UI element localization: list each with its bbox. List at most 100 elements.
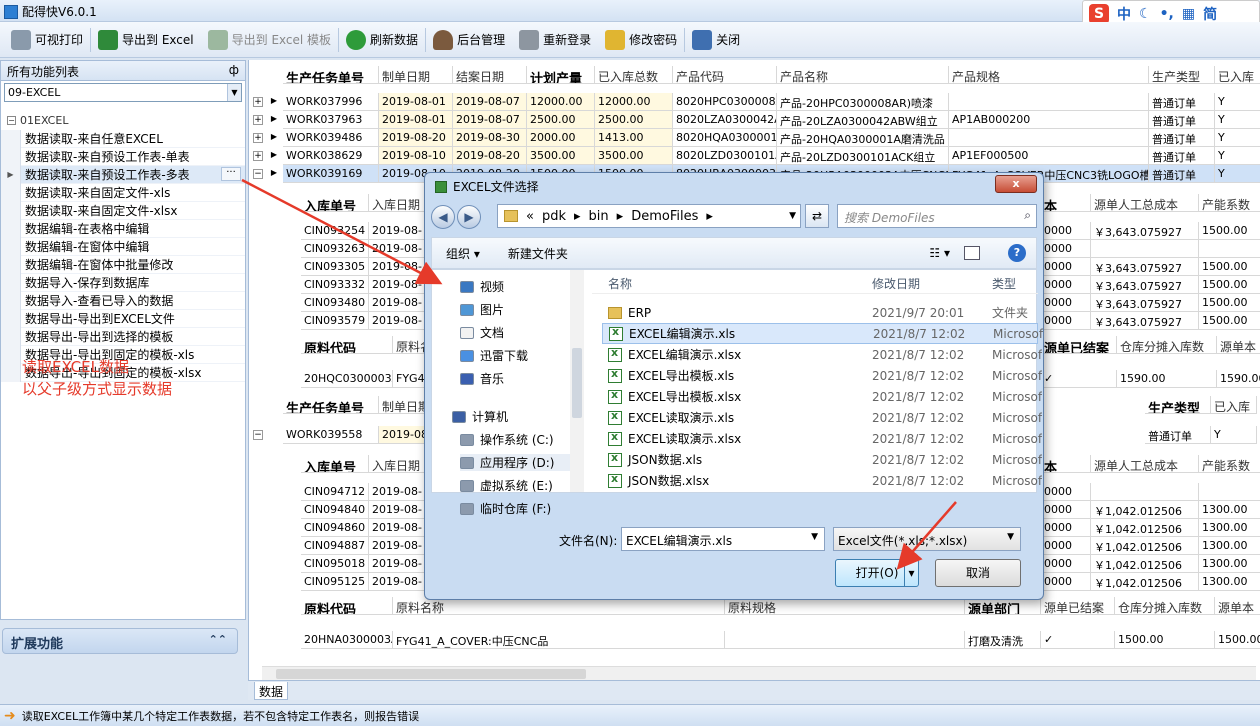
grid-row[interactable]: WORK039558 2019-08- (283, 426, 439, 444)
nav-item[interactable]: 文档 (460, 324, 504, 341)
nav-scrollbar[interactable] (570, 270, 584, 492)
refresh-path-button[interactable]: ⇄ (805, 204, 829, 228)
nav-item[interactable]: 临时仓库 (F:) (460, 500, 551, 517)
grid-row[interactable]: 0000 ￥3,643.075927 1500.00 (1041, 294, 1260, 312)
dialog-close-button[interactable]: x (995, 175, 1037, 193)
admin-button[interactable]: 后台管理 (426, 25, 512, 55)
export-template-button[interactable]: 导出到 Excel 模板 (201, 25, 338, 55)
grid-row[interactable]: 0000 ￥1,042.012506 1300.00 (1041, 501, 1260, 519)
preview-pane-icon[interactable] (964, 246, 980, 260)
expand-icon[interactable]: + (253, 115, 263, 125)
expand-icon[interactable]: + (253, 133, 263, 143)
search-icon[interactable]: ⌕ (1024, 208, 1031, 223)
forward-button[interactable]: ▶ (457, 205, 481, 229)
file-row[interactable]: EXCEL导出模板.xlsx 2021/8/7 12:02 Microsoft (602, 386, 1042, 407)
grid-row[interactable]: CIN093332 2019-08- (301, 276, 429, 294)
file-row[interactable]: ERP 2021/9/7 20:01 文件夹 (602, 302, 1038, 323)
column-date[interactable]: 修改日期 (872, 275, 920, 292)
path-item-pdk[interactable]: pdk (542, 209, 566, 224)
grid-row[interactable]: CIN093254 2019-08- (301, 222, 429, 240)
export-excel-button[interactable]: 导出到 Excel (91, 25, 201, 55)
grid-row[interactable]: 0000 ￥3,643.075927 1500.00 (1041, 222, 1260, 240)
function-list-item[interactable]: 数据编辑-在窗体中编辑 (1, 237, 245, 256)
filename-input[interactable]: EXCEL编辑演示.xls ▼ (621, 527, 825, 551)
function-list-item[interactable]: 数据读取-来自预设工作表-单表 (1, 147, 245, 166)
file-row[interactable]: EXCEL读取演示.xlsx 2021/8/7 12:02 Microsoft (602, 428, 1042, 449)
column-type[interactable]: 类型 (992, 275, 1016, 292)
grid-row[interactable]: 0000 ￥3,643.075927 1500.00 (1041, 258, 1260, 276)
grid-row[interactable]: 0000 (1041, 483, 1260, 501)
nav-item[interactable]: 音乐 (460, 370, 504, 387)
file-row[interactable]: EXCEL编辑演示.xlsx 2021/8/7 12:02 Microsoft (602, 344, 1042, 365)
moon-icon[interactable]: ☾ (1139, 6, 1152, 22)
grid-row[interactable]: CIN093480 2019-08- (301, 294, 429, 312)
open-dropdown-icon[interactable]: ▾ (904, 560, 918, 586)
nav-item[interactable]: 图片 (460, 301, 504, 318)
grid-row[interactable]: WORK039486 2019-08-20 2019-08-30 2000.00 141… (283, 129, 1260, 147)
function-list-item[interactable]: 数据读取-来自固定文件-xls (1, 183, 245, 202)
grid-row[interactable]: ✓1590.001590.00 (1041, 370, 1260, 388)
dot-icon[interactable]: •, (1160, 6, 1174, 22)
close-button[interactable]: 关闭 (685, 25, 747, 55)
function-list-item[interactable]: ▶ 数据读取-来自预设工作表-多表 ··· (1, 165, 245, 184)
ime-trad[interactable]: 简 (1203, 4, 1217, 24)
chevron-down-icon[interactable]: ▼ (1007, 532, 1014, 542)
keyboard-icon[interactable]: ▦ (1182, 6, 1195, 22)
file-row[interactable]: EXCEL导出模板.xls 2021/8/7 12:02 Microsoft (602, 365, 1042, 386)
nav-item[interactable]: 视频 (460, 278, 504, 295)
file-row[interactable]: EXCEL编辑演示.xls 2021/8/7 12:02 Microsoft (602, 323, 1043, 344)
chevron-down-icon[interactable]: ▼ (227, 84, 241, 101)
grid-row[interactable]: CIN093305 2019-08- (301, 258, 429, 276)
grid-row[interactable]: 0000 ￥1,042.012506 1300.00 (1041, 519, 1260, 537)
nav-item[interactable]: 应用程序 (D:) (460, 454, 570, 471)
function-list-item[interactable]: 数据导入-查看已导入的数据 (1, 291, 245, 310)
function-list-item[interactable]: 数据导出-导出到选择的模板 (1, 327, 245, 346)
filetype-select[interactable]: Excel文件(*.xls;*.xlsx) ▼ (833, 527, 1021, 551)
extension-panel-header[interactable]: 扩展功能 ⌃⌃ (2, 628, 238, 654)
ime-language[interactable]: 中 (1117, 4, 1131, 24)
pin-icon[interactable]: ф (229, 63, 239, 77)
nav-item[interactable]: 计算机 (452, 408, 508, 425)
expand-icon[interactable]: − (253, 430, 263, 440)
path-item-demofiles[interactable]: DemoFiles (631, 209, 698, 224)
grid-row[interactable]: CIN093263 2019-08- (301, 240, 429, 258)
grid-row[interactable]: WORK038629 2019-08-10 2019-08-20 3500.00 350… (283, 147, 1260, 165)
path-breadcrumb[interactable]: « pdk ▸ bin ▸ DemoFiles ▸ ▼ (497, 204, 801, 228)
grid-row[interactable]: CIN094887 2019-08- (301, 537, 429, 555)
organize-button[interactable]: 组织 ▾ (446, 245, 480, 262)
more-button[interactable]: ··· (221, 167, 241, 181)
relogin-button[interactable]: 重新登录 (512, 25, 598, 55)
view-options-icon[interactable]: ☷ ▾ (929, 246, 950, 260)
tab-data[interactable]: 数据 (254, 682, 289, 700)
grid-row[interactable]: CIN094840 2019-08- (301, 501, 429, 519)
file-row[interactable]: JSON数据.xls 2021/8/7 12:02 Microsoft (602, 449, 1042, 470)
module-select[interactable]: 09-EXCEL ▼ (4, 83, 242, 102)
scrollbar-thumb[interactable] (572, 348, 582, 418)
column-name[interactable]: 名称 (608, 275, 632, 292)
back-button[interactable]: ◀ (431, 205, 455, 229)
function-list-item[interactable]: 数据编辑-在窗体中批量修改 (1, 255, 245, 274)
print-button[interactable]: 可视打印 (4, 25, 90, 55)
path-item-bin[interactable]: bin (589, 209, 609, 224)
function-list-item[interactable]: 数据读取-来自固定文件-xlsx (1, 201, 245, 220)
grid-row[interactable]: 0000 ￥1,042.012506 1300.00 (1041, 573, 1260, 591)
tree-group[interactable]: −01EXCEL (1, 112, 245, 128)
grid-row[interactable]: CIN095125 2019-08- (301, 573, 429, 591)
expand-icon[interactable]: − (253, 169, 263, 179)
grid-row[interactable]: CIN095018 2019-08- (301, 555, 429, 573)
function-list-item[interactable]: 数据编辑-在表格中编辑 (1, 219, 245, 238)
horizontal-scrollbar[interactable] (262, 666, 1256, 680)
refresh-button[interactable]: 刷新数据 (339, 25, 425, 55)
chevron-down-icon[interactable]: ▼ (789, 211, 796, 221)
chevron-down-icon[interactable]: ▼ (811, 532, 818, 542)
expand-icon[interactable]: + (253, 151, 263, 161)
grid-row[interactable]: WORK037963 2019-08-01 2019-08-07 2500.00 250… (283, 111, 1260, 129)
search-input[interactable]: 搜索 DemoFiles ⌕ (837, 204, 1037, 228)
cancel-button[interactable]: 取消 (935, 559, 1021, 587)
grid-row[interactable]: 20HNA0300003A FYG41_A_COVER:中压CNC品 打磨及清洗 ✓ 1… (301, 631, 1260, 649)
grid-row[interactable]: 0000 (1041, 240, 1260, 258)
collapse-chevron-icon[interactable]: ⌃⌃ (209, 633, 227, 646)
grid-row[interactable]: 0000 ￥3,643.075927 1500.00 (1041, 276, 1260, 294)
function-list-item[interactable]: 数据读取-来自任意EXCEL (1, 129, 245, 148)
nav-item[interactable]: 虚拟系统 (E:) (460, 477, 553, 494)
